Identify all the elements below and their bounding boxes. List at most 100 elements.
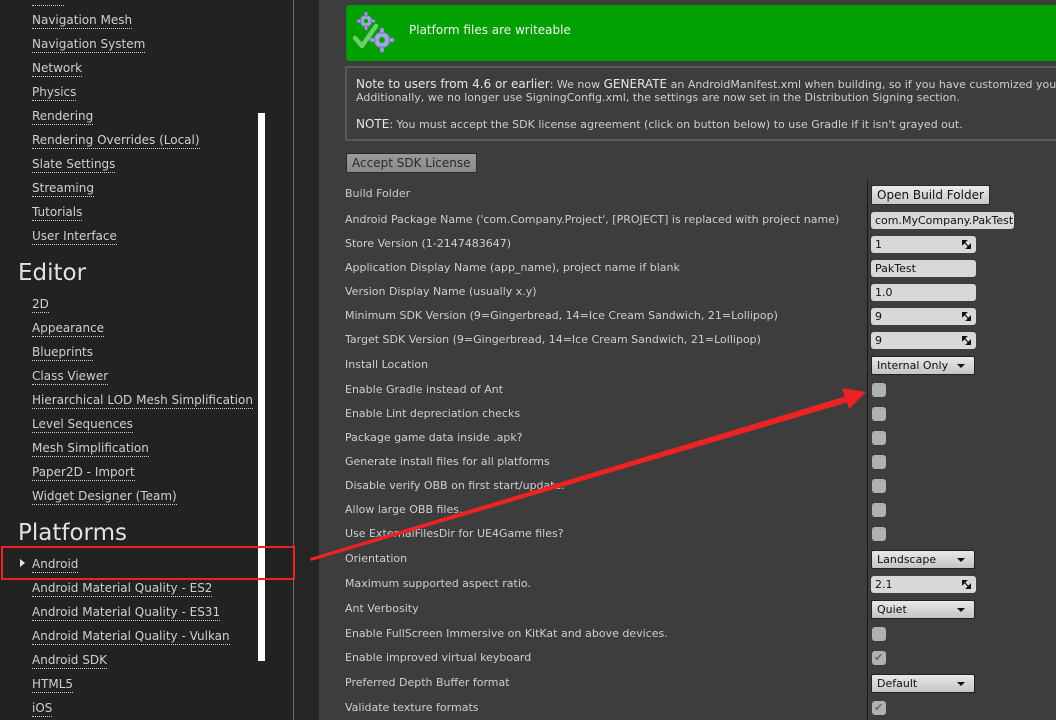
sidebar-item-mesh-simplification[interactable]: Mesh Simplification <box>32 440 149 457</box>
sidebar-item-paper2d-import[interactable]: Paper2D - Import <box>32 464 135 481</box>
note-text: : We now <box>549 78 604 91</box>
gears-check-icon <box>352 11 395 53</box>
ant-verbosity-dropdown[interactable]: Quiet <box>871 600 975 619</box>
sidebar-item-rendering-overrides[interactable]: Rendering Overrides (Local) <box>32 132 200 149</box>
accept-sdk-license-button[interactable]: Accept SDK License <box>346 153 477 173</box>
sidebar-item-user-interface[interactable]: User Interface <box>32 228 117 245</box>
orientation-value: Landscape <box>877 553 937 566</box>
sidebar-item-slate-settings[interactable]: Slate Settings <box>32 156 116 173</box>
enable-gradle-label: Enable Gradle instead of Ant <box>345 383 504 396</box>
max-aspect-ratio-value: 2.1 <box>875 578 893 591</box>
sidebar-item-android-mq-vulkan[interactable]: Android Material Quality - Vulkan <box>32 628 230 645</box>
sidebar-item-android-mq-es31[interactable]: Android Material Quality - ES31 <box>32 604 221 621</box>
use-external-files-dir-label: Use ExternalFilesDir for UE4Game files? <box>345 527 564 540</box>
note-text: : You must accept the SDK license agreem… <box>389 118 963 131</box>
enable-lint-label: Enable Lint depreciation checks <box>345 407 521 420</box>
allow-large-obb-label: Allow large OBB files. <box>345 503 463 516</box>
chevron-down-icon <box>957 558 965 562</box>
package-in-apk-label: Package game data inside .apk? <box>345 431 523 444</box>
checkmark-icon: ✔ <box>874 651 884 664</box>
sidebar-item-android-sdk[interactable]: Android SDK <box>32 652 107 669</box>
sidebar-item-class-viewer[interactable]: Class Viewer <box>32 368 109 385</box>
sidebar-item-hlod-mesh-simplification[interactable]: Hierarchical LOD Mesh Simplification <box>32 392 253 409</box>
annotation-highlight-box <box>1 546 295 580</box>
sidebar-item-blueprints[interactable]: Blueprints <box>32 344 94 361</box>
sidebar-item-navigation-mesh[interactable]: Navigation Mesh <box>32 12 133 29</box>
sidebar-item-appearance[interactable]: Appearance <box>32 320 105 337</box>
install-location-dropdown[interactable]: Internal Only <box>871 356 975 375</box>
max-aspect-ratio-label: Maximum supported aspect ratio. <box>345 577 531 590</box>
enable-gradle-checkbox[interactable] <box>872 383 886 397</box>
install-location-value: Internal Only <box>877 359 949 372</box>
sidebar-item-ios[interactable]: iOS <box>32 700 53 717</box>
editor-section-heading: Editor <box>18 260 87 286</box>
package-name-input[interactable]: com.MyCompany.PakTest <box>871 212 1014 229</box>
sidebar-item-streaming[interactable]: Streaming <box>32 180 94 197</box>
sidebar-item-physics[interactable]: Physics <box>32 84 77 101</box>
sidebar-item-html5[interactable]: HTML5 <box>32 676 74 693</box>
note-emphasis: NOTE <box>356 117 390 131</box>
target-sdk-value: 9 <box>875 334 882 347</box>
spin-drag-icon <box>962 580 971 589</box>
use-external-files-dir-checkbox[interactable] <box>872 527 886 541</box>
version-display-name-input[interactable]: 1.0 <box>871 284 976 301</box>
improved-keyboard-checkbox[interactable]: ✔ <box>872 651 886 665</box>
ant-verbosity-label: Ant Verbosity <box>345 602 419 615</box>
sidebar-item-rendering[interactable]: Rendering <box>32 108 94 125</box>
column-divider <box>867 180 868 720</box>
sidebar-item-network[interactable]: Network <box>32 60 83 77</box>
note-line-2: Additionally, we no longer use SigningCo… <box>356 91 960 104</box>
settings-sidebar: Navigation Mesh Navigation System Networ… <box>0 0 293 720</box>
package-name-label: Android Package Name ('com.Company.Proje… <box>345 213 840 226</box>
note-line-1: Note to users from 4.6 or earlier: We no… <box>356 77 1056 91</box>
depth-buffer-value: Default <box>877 677 918 690</box>
platforms-section-heading: Platforms <box>18 520 127 546</box>
sidebar-item-level-sequences[interactable]: Level Sequences <box>32 416 133 433</box>
ant-verbosity-value: Quiet <box>877 603 907 616</box>
min-sdk-label: Minimum SDK Version (9=Gingerbread, 14=I… <box>345 309 778 322</box>
chevron-down-icon <box>957 682 965 686</box>
build-folder-label: Build Folder <box>345 187 411 200</box>
fullscreen-immersive-label: Enable FullScreen Immersive on KitKat an… <box>345 627 668 640</box>
generate-install-files-checkbox[interactable] <box>872 455 886 469</box>
spin-drag-icon <box>962 240 971 249</box>
target-sdk-spinbox[interactable]: 9 <box>871 332 976 349</box>
sidebar-item-widget-designer[interactable]: Widget Designer (Team) <box>32 488 177 505</box>
validate-texture-checkbox[interactable]: ✔ <box>872 701 886 715</box>
orientation-label: Orientation <box>345 552 408 565</box>
enable-lint-checkbox[interactable] <box>872 407 886 421</box>
app-display-name-input[interactable]: PakTest <box>871 260 976 277</box>
panel-gap <box>294 0 319 720</box>
open-build-folder-button[interactable]: Open Build Folder <box>871 185 990 205</box>
store-version-label: Store Version (1-2147483647) <box>345 237 512 250</box>
validate-texture-label: Validate texture formats <box>345 701 479 714</box>
chevron-down-icon <box>957 364 965 368</box>
depth-buffer-dropdown[interactable]: Default <box>871 674 975 693</box>
store-version-value: 1 <box>875 238 882 251</box>
fullscreen-immersive-checkbox[interactable] <box>872 627 886 641</box>
package-in-apk-checkbox[interactable] <box>872 431 886 445</box>
sidebar-item-tutorials[interactable]: Tutorials <box>32 204 83 221</box>
store-version-spinbox[interactable]: 1 <box>871 236 976 253</box>
checkmark-icon: ✔ <box>874 701 884 714</box>
min-sdk-spinbox[interactable]: 9 <box>871 308 976 325</box>
note-emphasis: Note to users from 4.6 or earlier <box>356 77 550 91</box>
note-text: an AndroidManifest.xml when building, so… <box>670 78 1056 91</box>
note-line-3: NOTE: You must accept the SDK license ag… <box>356 117 963 131</box>
disable-verify-obb-checkbox[interactable] <box>872 479 886 493</box>
install-location-label: Install Location <box>345 358 429 371</box>
note-emphasis: GENERATE <box>603 77 668 91</box>
allow-large-obb-checkbox[interactable] <box>872 503 886 517</box>
sidebar-item-2d[interactable]: 2D <box>32 296 49 313</box>
target-sdk-label: Target SDK Version (9=Gingerbread, 14=Ic… <box>345 333 761 346</box>
sidebar-item-partial[interactable] <box>32 0 64 6</box>
spin-drag-icon <box>962 312 971 321</box>
sidebar-item-android-mq-es2[interactable]: Android Material Quality - ES2 <box>32 580 213 597</box>
improved-keyboard-label: Enable improved virtual keyboard <box>345 651 532 664</box>
orientation-dropdown[interactable]: Landscape <box>871 550 975 569</box>
generate-install-files-label: Generate install files for all platforms <box>345 455 550 468</box>
max-aspect-ratio-spinbox[interactable]: 2.1 <box>871 576 976 593</box>
chevron-down-icon <box>957 608 965 612</box>
sidebar-item-navigation-system[interactable]: Navigation System <box>32 36 146 53</box>
depth-buffer-label: Preferred Depth Buffer format <box>345 676 510 689</box>
